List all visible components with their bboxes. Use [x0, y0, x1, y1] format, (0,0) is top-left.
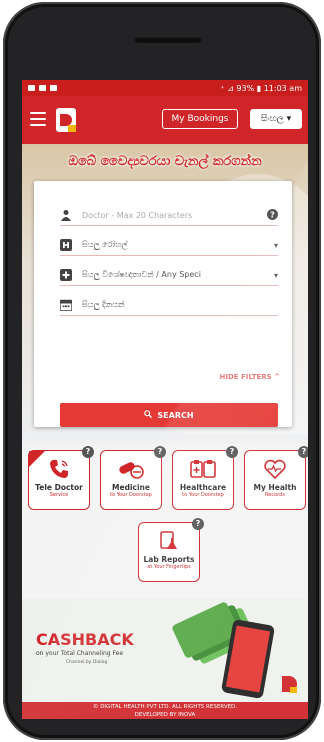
tile-title: Healthcare — [179, 483, 227, 492]
hero-title: ඔබේ වෛද්‍යවරයා චැනල් කරගන්න — [68, 154, 262, 169]
chevron-up-icon: ^ — [274, 373, 280, 381]
banner-brand: Channel by Dialog — [66, 660, 108, 665]
tile-title: My Health — [253, 483, 297, 492]
help-icon[interactable]: ? — [154, 446, 166, 458]
tile-subtitle: Records — [265, 492, 285, 498]
tile-healthcare[interactable]: ? Healthcare to Your Doorstep — [172, 446, 238, 510]
cashback-banner[interactable]: CASHBACK on your Total Channeling Fee Ch… — [22, 598, 308, 702]
speaker-grille — [134, 36, 202, 43]
tile-lab-reports[interactable]: ? Lab Reports at Your Fingertips — [138, 518, 204, 582]
tile-title: Tele Doctor — [35, 483, 83, 492]
phone-frame: ⁺ ⊿ 93% ▮ 11:03 am My Bookings සිංහල ▾ ඔ… — [3, 2, 321, 740]
pill-icon — [101, 455, 161, 483]
footer: © DIGITAL HEALTH PVT LTD. ALL RIGHTS RES… — [22, 702, 308, 719]
menu-icon[interactable] — [30, 112, 46, 126]
hospital-icon — [60, 239, 72, 251]
notification-icons — [28, 85, 57, 91]
status-bar: ⁺ ⊿ 93% ▮ 11:03 am — [22, 80, 308, 96]
banner-subtitle: on your Total Channeling Fee — [36, 650, 124, 657]
banner-headline: CASHBACK — [36, 630, 134, 649]
dropdown-arrow-icon: ▾ — [273, 240, 278, 250]
tile-my-health[interactable]: ? My Health Records — [244, 446, 308, 510]
tile-subtitle: to Your Doorstep — [182, 492, 224, 498]
my-bookings-button[interactable]: My Bookings — [162, 109, 238, 129]
hero-section: ඔබේ වෛද්‍යවරයා චැනල් කරගන්න Doctor - Max… — [22, 144, 308, 444]
tile-subtitle: to Your Doorstep — [110, 492, 152, 498]
doctor-search-field[interactable]: Doctor - Max 20 Characters ? — [60, 205, 278, 226]
calendar-icon — [60, 299, 72, 311]
tile-subtitle: Service — [49, 492, 69, 498]
flask-icon — [139, 527, 199, 555]
language-label: සිංහල — [260, 114, 284, 124]
plus-icon — [60, 269, 72, 281]
clipboard-icon — [173, 455, 233, 483]
help-icon[interactable]: ? — [192, 518, 204, 530]
help-icon[interactable]: ? — [298, 446, 308, 458]
status-right: ⁺ ⊿ 93% ▮ 11:03 am — [220, 83, 302, 93]
help-icon[interactable]: ? — [226, 446, 238, 458]
date-select-value: සියලු දිනයන් — [82, 300, 125, 309]
search-button[interactable]: SEARCH — [60, 403, 278, 427]
hospital-select[interactable]: සියලු රෝහල් ▾ — [60, 235, 278, 256]
help-icon[interactable]: ? — [82, 446, 94, 458]
tile-tele-doctor[interactable]: ? Tele Doctor Service — [28, 446, 94, 510]
hide-filters-link[interactable]: HIDE FILTERS ^ — [220, 373, 280, 381]
help-icon[interactable]: ? — [267, 208, 278, 222]
search-button-label: SEARCH — [157, 410, 194, 420]
search-card: Doctor - Max 20 Characters ? සියලු රෝහල්… — [34, 181, 292, 427]
heart-icon — [245, 455, 305, 483]
dropdown-arrow-icon: ▾ — [273, 270, 278, 280]
specialization-select-value: සියලු විශේෂඥතාවන් / Any Speci — [82, 270, 201, 279]
tile-medicine[interactable]: ? Medicine to Your Doorstep — [100, 446, 166, 510]
search-icon — [144, 410, 153, 420]
notification-icon — [39, 85, 46, 91]
footer-copyright: © DIGITAL HEALTH PVT LTD. ALL RIGHTS RES… — [92, 704, 238, 710]
person-icon — [60, 209, 72, 221]
doctor-search-input[interactable]: Doctor - Max 20 Characters — [82, 211, 267, 220]
date-select[interactable]: සියලු දිනයන් — [60, 295, 278, 316]
app-screen: ⁺ ⊿ 93% ▮ 11:03 am My Bookings සිංහල ▾ ඔ… — [22, 80, 308, 719]
app-bar: My Bookings සිංහල ▾ — [22, 96, 308, 144]
chevron-down-icon: ▾ — [286, 114, 292, 124]
svg-text:?: ? — [270, 210, 275, 219]
tile-subtitle: at Your Fingertips — [147, 564, 191, 570]
footer-developer: DEVELOPED BY INOVA — [134, 712, 196, 718]
hide-filters-label: HIDE FILTERS — [219, 373, 272, 381]
tile-title: Medicine — [112, 483, 150, 492]
app-logo[interactable] — [54, 106, 78, 134]
language-selector[interactable]: සිංහල ▾ — [250, 109, 302, 129]
notification-icon — [50, 85, 57, 91]
specialization-select[interactable]: සියලු විශේෂඥතාවන් / Any Speci ▾ — [60, 265, 278, 286]
phone-icon — [29, 455, 89, 483]
notification-icon — [28, 85, 35, 91]
brand-logo — [282, 676, 297, 693]
hospital-select-value: සියලු රෝහල් — [82, 240, 128, 249]
tile-title: Lab Reports — [143, 555, 195, 564]
